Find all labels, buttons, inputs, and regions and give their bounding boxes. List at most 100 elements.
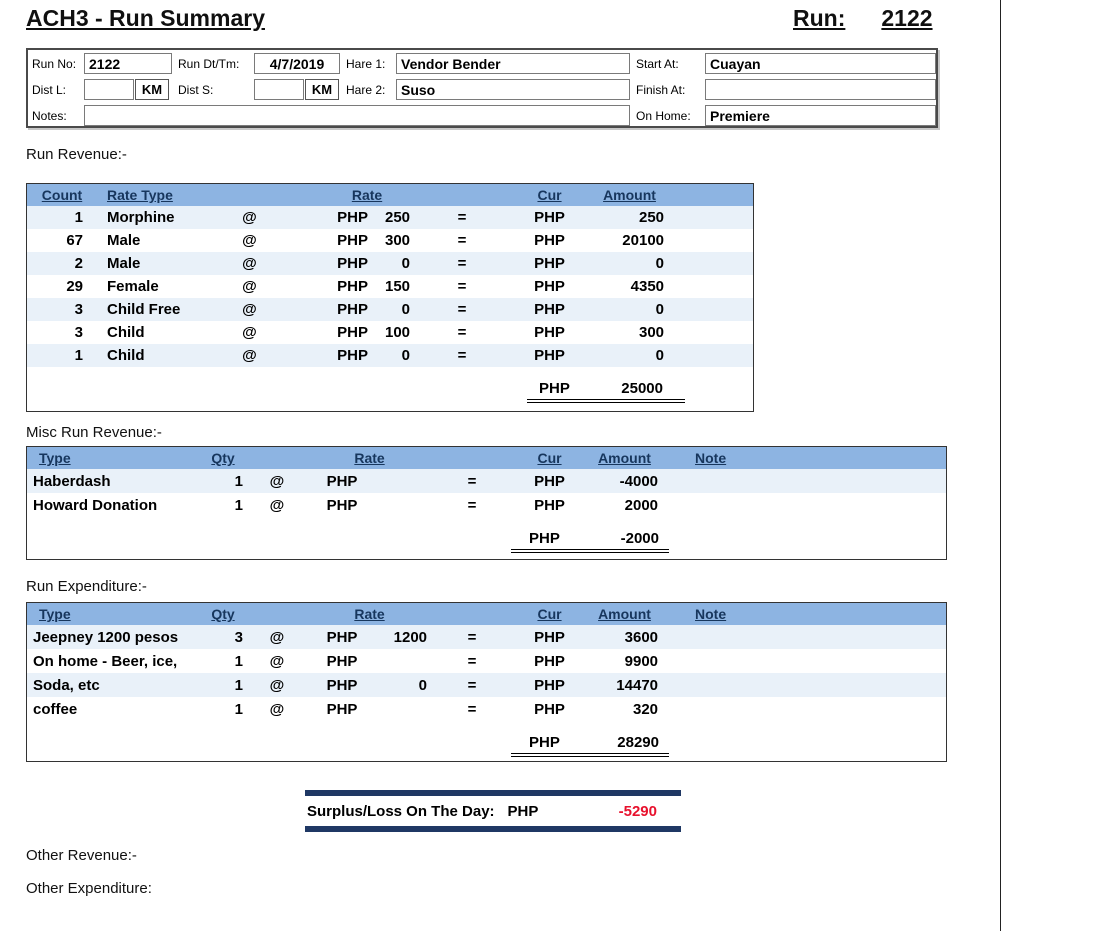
cur-cell: PHP [512, 697, 587, 721]
at-cell: @ [222, 229, 277, 252]
rate-cell [377, 697, 432, 721]
at-cell: @ [247, 625, 307, 649]
rate-cell: 0 [372, 298, 412, 321]
col-header-spacer [432, 603, 512, 625]
equals-cell: = [412, 344, 512, 367]
note-cell [662, 493, 946, 517]
col-header-cur: Cur [512, 447, 587, 469]
hare1-input[interactable] [396, 53, 630, 74]
amount-cell: 3600 [587, 625, 662, 649]
start-at-input[interactable] [705, 53, 936, 74]
surplus-currency: PHP [508, 803, 539, 820]
at-cell: @ [247, 649, 307, 673]
col-header-spacer [222, 184, 277, 206]
on-home-label: On Home: [636, 109, 691, 123]
rate-type-cell: Morphine [97, 206, 222, 229]
run-no-input[interactable] [84, 53, 172, 74]
at-cell: @ [222, 344, 277, 367]
table-row: Haberdash 1 @ PHP = PHP -4000 [27, 469, 946, 493]
col-header-cur: Cur [512, 603, 587, 625]
at-cell: @ [222, 275, 277, 298]
count-cell: 29 [27, 275, 97, 298]
equals-cell: = [412, 321, 512, 344]
col-header-note: Note [662, 447, 946, 469]
run-date-input[interactable] [254, 53, 340, 74]
total-amount: 28290 [617, 734, 659, 751]
rate-cell: 0 [372, 344, 412, 367]
type-cell: Soda, etc [27, 673, 187, 697]
type-cell: Jeepney 1200 pesos [27, 625, 187, 649]
col-header-amount: Amount [587, 603, 662, 625]
total-currency: PHP [529, 530, 560, 547]
cur-cell: PHP [512, 673, 587, 697]
dist-s-input[interactable] [254, 79, 304, 100]
rate-cell: 150 [372, 275, 412, 298]
run-revenue-table-panel: Count Rate Type Rate Cur Amount 1 Morphi… [26, 183, 754, 412]
rate-cur-cell: PHP [307, 469, 377, 493]
rate-type-cell: Male [97, 252, 222, 275]
finish-at-input[interactable] [705, 79, 936, 100]
misc-revenue-section-title: Misc Run Revenue:- [26, 424, 162, 441]
type-cell: coffee [27, 697, 187, 721]
col-header-count: Count [27, 184, 97, 206]
amount-cell: 0 [587, 252, 672, 275]
on-home-input[interactable] [705, 105, 936, 126]
notes-input[interactable] [84, 105, 630, 126]
qty-cell: 3 [187, 625, 247, 649]
note-cell [662, 697, 946, 721]
at-cell: @ [247, 469, 307, 493]
count-cell: 1 [27, 206, 97, 229]
col-header-spacer [247, 603, 307, 625]
run-expenditure-section-title: Run Expenditure:- [26, 578, 147, 595]
rate-cell [377, 649, 432, 673]
rate-cell: 300 [372, 229, 412, 252]
surplus-bottom-bar [305, 826, 681, 832]
dist-l-label: Dist L: [32, 83, 66, 97]
type-cell: On home - Beer, ice, [27, 649, 187, 673]
dist-l-unit-label: KM [135, 79, 169, 100]
amount-cell: 250 [587, 206, 672, 229]
col-header-type: Type [27, 603, 187, 625]
amount-cell: 20100 [587, 229, 672, 252]
run-number: 2122 [881, 5, 932, 31]
amount-cell: 320 [587, 697, 662, 721]
hare2-input[interactable] [396, 79, 630, 100]
at-cell: @ [247, 673, 307, 697]
table-row: Howard Donation 1 @ PHP = PHP 2000 [27, 493, 946, 517]
cur-cell: PHP [512, 625, 587, 649]
cur-cell: PHP [512, 229, 587, 252]
misc-revenue-table-panel: Type Qty Rate Cur Amount Note Haberdash … [26, 446, 947, 560]
rate-cur-cell: PHP [307, 649, 377, 673]
total-amount: -2000 [621, 530, 659, 547]
qty-cell: 1 [187, 649, 247, 673]
cur-cell: PHP [512, 252, 587, 275]
rate-type-cell: Child [97, 344, 222, 367]
col-header-cur: Cur [512, 184, 587, 206]
notes-label: Notes: [32, 109, 67, 123]
surplus-amount: -5290 [619, 803, 657, 820]
col-header-rate-type: Rate Type [97, 184, 222, 206]
at-cell: @ [247, 493, 307, 517]
type-cell: Haberdash [27, 469, 187, 493]
table-row: 29 Female @ PHP 150 = PHP 4350 [27, 275, 753, 298]
count-cell: 67 [27, 229, 97, 252]
type-cell: Howard Donation [27, 493, 187, 517]
cur-cell: PHP [512, 344, 587, 367]
page-title: ACH3 - Run Summary [26, 5, 265, 32]
qty-cell: 1 [187, 673, 247, 697]
equals-cell: = [432, 469, 512, 493]
col-header-rate: Rate [277, 184, 412, 206]
table-row: On home - Beer, ice, 1 @ PHP = PHP 9900 [27, 649, 946, 673]
dist-l-input[interactable] [84, 79, 134, 100]
rate-cur-cell: PHP [307, 493, 377, 517]
col-header-spacer [247, 447, 307, 469]
equals-cell: = [432, 625, 512, 649]
rate-cell [377, 493, 432, 517]
rate-cur-cell: PHP [277, 275, 372, 298]
start-at-label: Start At: [636, 57, 679, 71]
table-row: 1 Morphine @ PHP 250 = PHP 250 [27, 206, 753, 229]
at-cell: @ [222, 252, 277, 275]
run-header: Run:2122 [793, 5, 933, 32]
dist-s-label: Dist S: [178, 83, 213, 97]
table-row: 3 Child Free @ PHP 0 = PHP 0 [27, 298, 753, 321]
